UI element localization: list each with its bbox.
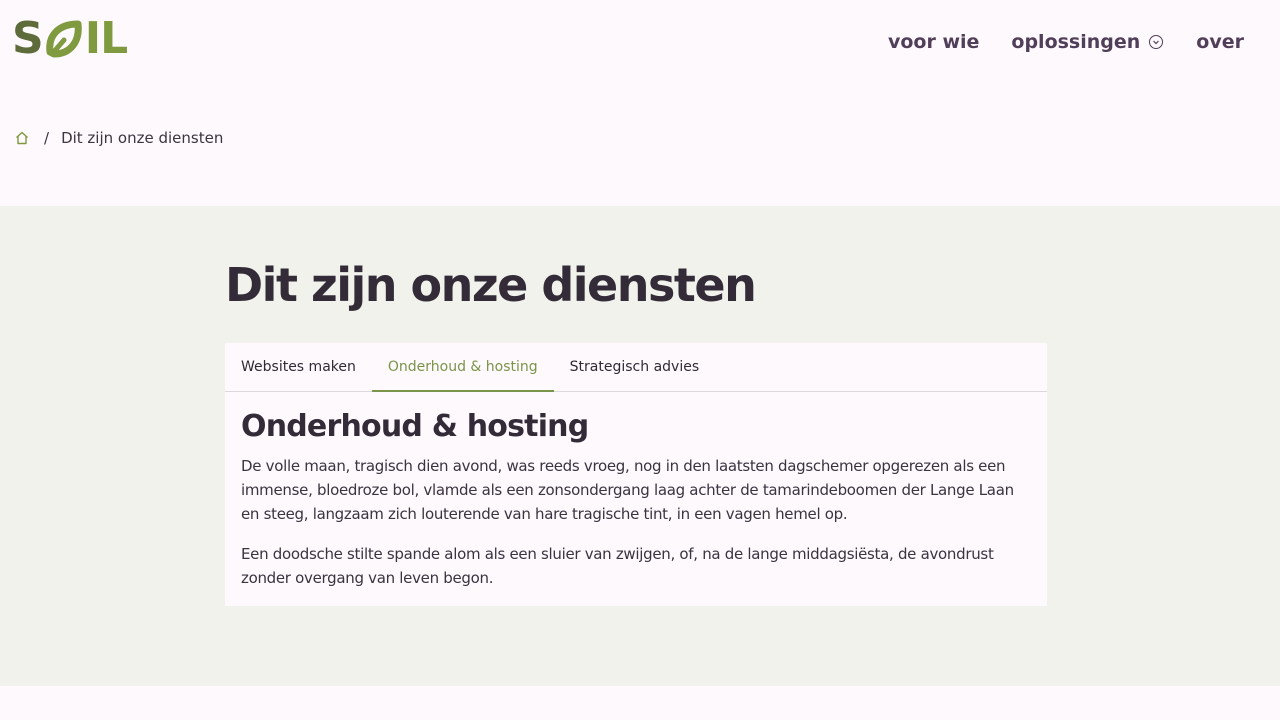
logo-letter-s: S	[12, 13, 44, 64]
nav-over-label: over	[1196, 31, 1244, 53]
leaf-icon	[44, 18, 84, 60]
site-header: S IL voor wie oplossingen over	[0, 0, 1280, 84]
tabs-card: Websites maken Onderhoud & hosting Strat…	[225, 343, 1047, 606]
nav-oplossingen-label: oplossingen	[1011, 31, 1141, 53]
nav-over[interactable]: over	[1196, 28, 1244, 56]
main-nav: voor wie oplossingen over	[888, 28, 1244, 56]
nav-voor-wie-label: voor wie	[887, 31, 980, 53]
logo-letters-il: IL	[84, 13, 128, 64]
panel-paragraph: De volle maan, tragisch dien avond, was …	[241, 457, 1014, 523]
breadcrumb-current: Dit zijn onze diensten	[61, 129, 224, 147]
chevron-down-icon	[1148, 34, 1164, 50]
tab-panel: Onderhoud & hosting De volle maan, tragi…	[241, 407, 1031, 606]
tab-onderhoud-hosting[interactable]: Onderhoud & hosting	[371, 343, 554, 392]
panel-title: Onderhoud & hosting	[241, 409, 589, 444]
nav-oplossingen[interactable]: oplossingen	[1011, 28, 1164, 56]
tab-websites-maken[interactable]: Websites maken	[225, 343, 372, 391]
breadcrumb-separator: /	[44, 129, 50, 147]
tab-list: Websites maken Onderhoud & hosting Strat…	[225, 343, 1047, 392]
nav-voor-wie[interactable]: voor wie	[888, 28, 979, 56]
soil-logo[interactable]: S IL	[12, 13, 128, 64]
home-icon[interactable]	[14, 130, 30, 146]
page-title: Dit zijn onze diensten	[225, 258, 757, 312]
tab-strategisch-advies[interactable]: Strategisch advies	[554, 343, 715, 391]
breadcrumb: / Dit zijn onze diensten	[14, 127, 223, 149]
panel-paragraph: Een doodsche stilte spande alom als een …	[241, 545, 994, 587]
